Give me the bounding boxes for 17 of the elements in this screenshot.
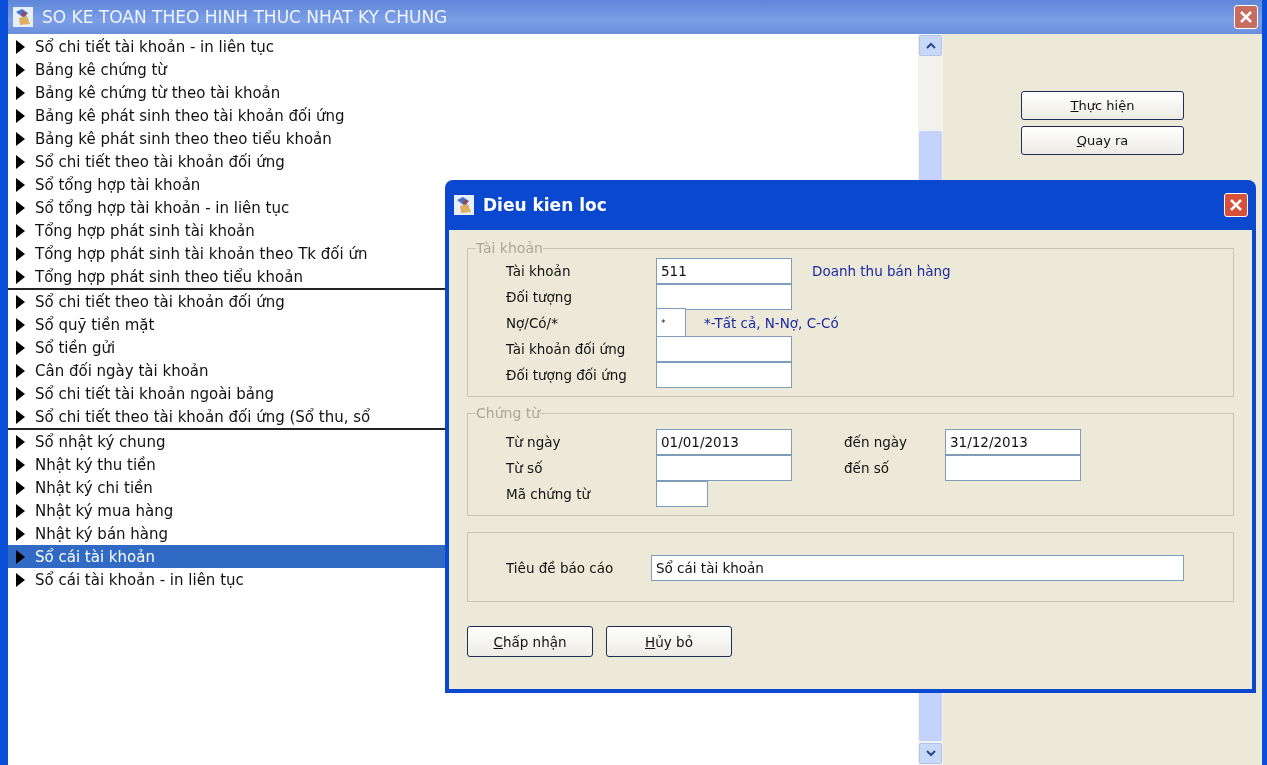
field-label: đến ngày bbox=[844, 434, 909, 450]
field-label: Mã chứng từ bbox=[506, 486, 592, 502]
field-label: Đối tượng đối ứng bbox=[506, 367, 628, 383]
field-label: Từ ngày bbox=[506, 434, 562, 450]
dialog-title: Dieu kien loc bbox=[483, 195, 608, 215]
field-label: Tài khoản đối ứng bbox=[506, 341, 627, 357]
field-label: Tài khoản bbox=[506, 263, 572, 279]
field-label: đến số bbox=[844, 460, 890, 476]
field-hint: *-Tất cả, N-Nợ, C-Có bbox=[704, 315, 839, 331]
group-legend: Chứng từ bbox=[476, 405, 541, 421]
group-legend: Tài khoản bbox=[476, 240, 543, 256]
window-title: SO KE TOAN THEO HINH THUC NHAT KY CHUNG bbox=[42, 7, 449, 27]
field-label: Tiêu đề báo cáo bbox=[506, 560, 615, 576]
field-label: Từ số bbox=[506, 460, 544, 476]
field-label: Nợ/Có/* bbox=[506, 315, 559, 331]
field-label: Đối tượng bbox=[506, 289, 573, 305]
field-hint: Doanh thu bán hàng bbox=[812, 263, 951, 279]
